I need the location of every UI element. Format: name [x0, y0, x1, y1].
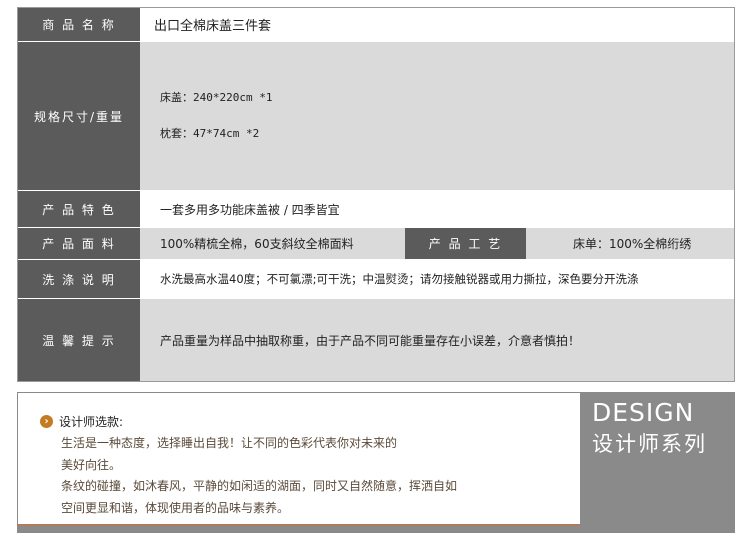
designer-note-title-text: 设计师选款: [59, 415, 124, 429]
designer-note-line: 生活是一种态度，选择睡出自我！让不同的色彩代表你对未来的 [61, 436, 398, 450]
spec-value-name: 出口全棉床盖三件套 [140, 8, 734, 41]
bullet-icon: › [40, 415, 53, 428]
spec-row-wash: 洗 涤 说 明 水洗最高水温40度；不可氯漂;可干洗；中温熨烫；请勿接触锐器或用… [18, 260, 734, 298]
designer-note-line: 条纹的碰撞，如沐春风，平静的如闲适的湖面，同时又自然随意，挥洒自如 [61, 479, 458, 493]
spec-value-craft: 床单：100%全棉绗绣 [526, 228, 734, 259]
product-spec-table: 商 品 名 称 出口全棉床盖三件套 规格尺寸/重量 床盖：240*220cm *… [17, 7, 735, 382]
designer-note-body: 生活是一种态度，选择睡出自我！让不同的色彩代表你对未来的 美好向往。 条纹的碰撞… [61, 433, 561, 519]
spec-row-feature: 产 品 特 色 一套多用多功能床盖被 / 四季皆宜 [18, 191, 734, 227]
designer-note-line: 空间更显和谐，体现使用者的品味与素养。 [61, 500, 290, 515]
spec-label-size: 规格尺寸/重量 [18, 42, 140, 190]
spec-label-feature: 产 品 特 色 [18, 191, 140, 227]
spec-value-feature: 一套多用多功能床盖被 / 四季皆宜 [140, 191, 734, 227]
brand-chinese: 设计师系列 [592, 432, 707, 456]
spec-value-size: 床盖：240*220cm *1 枕套：47*74cm *2 [140, 42, 734, 190]
designer-series-brand: DESIGN 设计师系列 [592, 398, 732, 460]
designer-note-line: 美好向往。 [61, 457, 122, 472]
spec-label-fabric: 产 品 面 料 [18, 228, 140, 259]
designer-note-title: › 设计师选款: [40, 413, 123, 430]
spec-row-fabric: 产 品 面 料 100%精梳全棉，60支斜纹全棉面料 产 品 工 艺 床单：10… [18, 228, 734, 259]
spec-row-size: 规格尺寸/重量 床盖：240*220cm *1 枕套：47*74cm *2 [18, 42, 734, 190]
spec-label-wash: 洗 涤 说 明 [18, 260, 140, 298]
spec-value-tips: 产品重量为样品中抽取称重，由于产品不同可能重量存在小误差，介意者慎拍！ [140, 299, 734, 381]
brand-english: DESIGN [592, 398, 695, 427]
designer-note-card: › 设计师选款: 生活是一种态度，选择睡出自我！让不同的色彩代表你对未来的 美好… [17, 392, 581, 526]
spec-label-craft: 产 品 工 艺 [405, 228, 526, 259]
designer-section: › 设计师选款: 生活是一种态度，选择睡出自我！让不同的色彩代表你对未来的 美好… [17, 392, 735, 533]
spec-size-line-bedcover: 床盖：240*220cm *1 [160, 91, 273, 104]
spec-value-fabric: 100%精梳全棉，60支斜纹全棉面料 [140, 228, 405, 259]
spec-label-tips: 温 馨 提 示 [18, 299, 140, 381]
spec-size-line-pillowcase: 枕套：47*74cm *2 [160, 127, 260, 140]
spec-value-wash: 水洗最高水温40度；不可氯漂;可干洗；中温熨烫；请勿接触锐器或用力撕拉，深色要分… [140, 260, 734, 298]
spec-row-tips: 温 馨 提 示 产品重量为样品中抽取称重，由于产品不同可能重量存在小误差，介意者… [18, 299, 734, 381]
spec-label-name: 商 品 名 称 [18, 8, 140, 41]
spec-row-name: 商 品 名 称 出口全棉床盖三件套 [18, 8, 734, 41]
